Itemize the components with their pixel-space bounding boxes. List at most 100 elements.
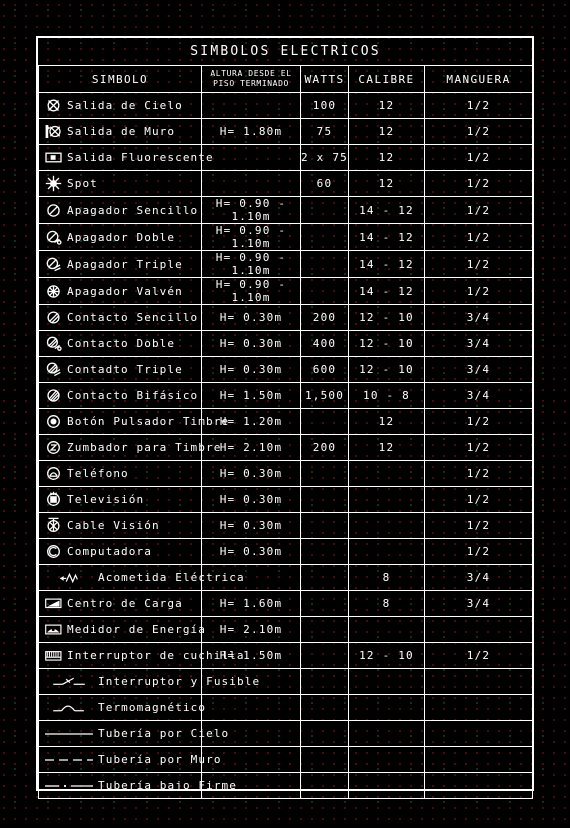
symbol-label: Contadto Triple — [67, 363, 183, 376]
watts-cell — [300, 668, 349, 695]
altura-cell: H= 0.90 - 1.10m — [201, 277, 301, 305]
symbol-cell: Salida de Muro — [38, 118, 202, 145]
table-row: Acometida Eléctrica 8 3/4 — [38, 564, 534, 591]
symbol-label: Tubería por Muro — [98, 753, 222, 766]
symbol-cell: Termomagnético — [38, 694, 205, 721]
calibre-cell: 14 - 12 — [348, 277, 425, 305]
table-row: Termomagnético — [38, 694, 534, 721]
table-row: Salida de Muro H= 1.80m 75 12 1/2 — [38, 118, 534, 145]
calibre-cell — [348, 460, 425, 487]
manguera-cell: 1/2 — [423, 223, 534, 251]
switch-three-way-icon — [45, 283, 62, 300]
table-row: Televisión H= 0.30m 1/2 — [38, 486, 534, 513]
manguera-cell: 3/4 — [423, 382, 534, 409]
calibre-cell: 12 — [348, 92, 425, 119]
contact-double-icon — [45, 335, 62, 352]
watts-cell — [300, 746, 349, 773]
altura-cell: H= 0.30m — [201, 460, 301, 487]
calibre-cell: 8 — [348, 590, 425, 617]
symbol-cell: Centro de Carga — [38, 590, 202, 617]
push-button-icon — [45, 413, 62, 430]
contact-single-icon — [45, 309, 62, 326]
table-row: Tubería por Cielo — [38, 720, 534, 747]
symbol-cell: Apagador Sencillo — [38, 196, 202, 224]
electrical-symbols-table-frame: SIMBOLOS ELECTRICOS SIMBOLO ALTURA DESDE… — [36, 36, 534, 799]
column-header-altura: ALTURA DESDE EL PISO TERMINADO — [201, 65, 301, 93]
manguera-cell: 3/4 — [423, 330, 534, 357]
watts-cell: 100 — [300, 92, 349, 119]
symbol-label: Cable Visión — [67, 519, 160, 532]
pipe-ceiling-icon — [45, 727, 93, 740]
symbol-label: Apagador Triple — [67, 257, 183, 271]
symbol-cell: Medidor de Energía — [38, 616, 205, 643]
calibre-cell — [348, 772, 425, 799]
calibre-cell — [348, 538, 425, 565]
page-title: SIMBOLOS ELECTRICOS — [38, 38, 533, 66]
manguera-cell — [423, 746, 534, 773]
watts-cell — [300, 538, 349, 565]
table-row: Contacto Sencillo H= 0.30m 200 12 - 10 3/4 — [38, 304, 534, 331]
calibre-cell: 12 — [348, 144, 425, 171]
symbol-cell: Tubería por Muro — [38, 746, 220, 773]
table-row: Cable Visión H= 0.30m 1/2 — [38, 512, 534, 539]
calibre-cell: 12 — [348, 408, 425, 435]
altura-cell: H= 1.60m — [201, 590, 301, 617]
cable-vision-icon — [45, 517, 62, 534]
table-row: Salida de Cielo 100 12 1/2 — [38, 92, 534, 119]
symbol-cell: Televisión — [38, 486, 202, 513]
pipe-wall-icon — [45, 753, 93, 766]
symbol-label: Tubería bajo Firme — [98, 779, 238, 792]
symbol-label: Contacto Bifásico — [67, 389, 199, 402]
table-row: Teléfono H= 0.30m 1/2 — [38, 460, 534, 487]
symbol-label: Interruptor de cuchilla — [67, 649, 245, 662]
calibre-cell: 10 - 8 — [348, 382, 425, 409]
calibre-cell — [348, 616, 425, 643]
column-header-watts: WATTS — [300, 65, 349, 93]
symbol-label: Salida de Muro — [67, 125, 176, 138]
watts-cell — [300, 694, 349, 721]
table-row: Tubería bajo Firme — [38, 772, 534, 799]
symbol-cell: Interruptor y Fusible — [38, 668, 259, 695]
watts-cell: 200 — [300, 304, 349, 331]
symbol-cell: Apagador Valvén — [38, 277, 202, 305]
altura-cell: H= 0.30m — [201, 330, 301, 357]
symbol-label: Salida Fluorescente — [67, 151, 214, 164]
table-row: Apagador Valvén H= 0.90 - 1.10m 14 - 12 1/2 — [38, 277, 534, 305]
symbol-label: Salida de Cielo — [67, 99, 183, 112]
manguera-cell: 1/2 — [423, 118, 534, 145]
altura-cell: H= 1.80m — [201, 118, 301, 145]
fluorescent-outlet-icon — [45, 149, 62, 166]
symbol-cell: Botón Pulsador Timbre — [38, 408, 228, 435]
service-entrance-icon — [45, 571, 93, 584]
symbol-cell: Zumbador para Timbre — [38, 434, 220, 461]
symbol-cell: Contadto Triple — [38, 356, 202, 383]
symbol-cell: Apagador Triple — [38, 250, 202, 278]
manguera-cell: 3/4 — [423, 304, 534, 331]
symbol-label: Interruptor y Fusible — [98, 675, 261, 688]
calibre-cell: 12 - 10 — [348, 642, 425, 669]
watts-cell — [300, 250, 349, 278]
symbol-label: Contacto Doble — [67, 337, 176, 350]
altura-cell — [201, 144, 301, 171]
table-row: Contacto Bifásico H= 1.50m 1,500 10 - 8 3/4 — [38, 382, 534, 409]
switch-single-icon — [45, 202, 62, 219]
symbol-cell: Interruptor de cuchilla — [38, 642, 244, 669]
watts-cell — [300, 590, 349, 617]
symbol-label: Medidor de Energía — [67, 623, 207, 636]
table-row: Salida Fluorescente 2 x 75 12 1/2 — [38, 144, 534, 171]
watts-cell — [300, 512, 349, 539]
table-row: Apagador Sencillo H= 0.90 - 1.10m 14 - 12 1… — [38, 196, 534, 224]
symbol-label: Centro de Carga — [67, 597, 183, 610]
manguera-cell: 1/2 — [423, 486, 534, 513]
symbol-cell: Spot — [38, 170, 202, 197]
calibre-cell: 12 — [348, 118, 425, 145]
column-header-manguera: MANGUERA — [423, 65, 534, 93]
manguera-cell: 1/2 — [423, 538, 534, 565]
column-header-altura-line1: ALTURA DESDE EL — [210, 69, 292, 78]
symbol-label: Computadora — [67, 545, 152, 558]
knife-switch-icon — [45, 647, 62, 664]
ceiling-outlet-icon — [45, 97, 62, 114]
table-row: Interruptor y Fusible — [38, 668, 534, 695]
symbol-cell: Contacto Sencillo — [38, 304, 202, 331]
calibre-cell: 12 - 10 — [348, 304, 425, 331]
